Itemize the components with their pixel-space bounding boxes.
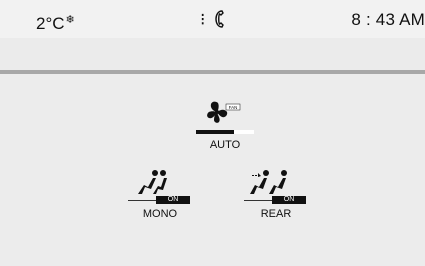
phone-icon xyxy=(215,10,224,28)
fan-auto-button[interactable]: FAN AUTO xyxy=(190,100,260,156)
fan-icon: FAN xyxy=(207,101,241,123)
rear-button[interactable]: ON REAR xyxy=(240,168,312,224)
mono-button[interactable]: ON MONO xyxy=(124,168,196,224)
fan-label: AUTO xyxy=(209,139,241,151)
rear-label: REAR xyxy=(260,208,292,220)
signal-separator: ⁝ xyxy=(200,10,206,29)
outside-temperature: 2°C❄ xyxy=(36,10,75,34)
fan-level-fill xyxy=(196,130,235,134)
header-spacer xyxy=(0,38,425,70)
temperature-value: 2°C xyxy=(36,14,65,33)
seat-icon xyxy=(138,170,167,194)
status-bar: 2°C❄ ⁝ 8 : 43 AM xyxy=(0,0,425,38)
fan-level-bar xyxy=(196,130,254,134)
climate-panel: FAN AUTO ON MONO ON REAR xyxy=(0,74,425,266)
clock: 8 : 43 AM xyxy=(351,10,425,29)
mono-on-badge: ON xyxy=(156,196,190,204)
fan-badge-text: FAN xyxy=(229,105,238,110)
snowflake-icon: ❄ xyxy=(65,14,75,26)
mono-label: MONO xyxy=(142,208,178,220)
rear-on-badge: ON xyxy=(272,196,306,204)
dual-seat-icon xyxy=(250,170,287,194)
phone-status[interactable]: ⁝ xyxy=(200,10,225,30)
